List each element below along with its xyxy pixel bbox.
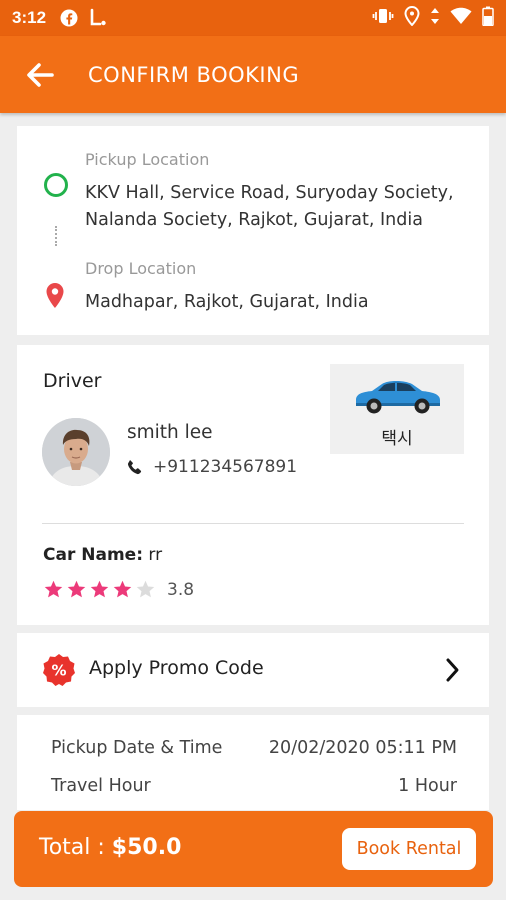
back-button[interactable] [0,36,80,113]
data-transfer-icon [430,7,440,30]
driver-card: Driver smith lee +911234567891 택시 Car Na… [17,345,489,625]
facebook-icon [60,9,78,27]
driver-phone-row[interactable]: +911234567891 [127,457,297,477]
divider [42,523,464,524]
wifi-icon [450,7,472,30]
detail-label: Travel Hour [51,776,151,796]
drop-location-value[interactable]: Madhapar, Rajkot, Gujarat, India [85,289,475,316]
star-filled-icon [67,580,86,598]
drop-location-label: Drop Location [85,259,197,278]
driver-avatar [42,418,110,486]
rating-stars [43,579,156,600]
promo-code-label: Apply Promo Code [89,657,264,679]
location-status-icon [404,5,420,31]
svg-text:%: % [51,662,66,680]
status-bar: 3:12 [0,0,506,36]
star-filled-icon [113,580,132,598]
arrow-left-icon [27,62,54,87]
total-footer: Total : $50.0 Book Rental [14,811,493,887]
driver-phone: +911234567891 [153,457,298,477]
route-dotted-line [55,226,57,246]
star-filled-icon [44,580,63,598]
star-empty-icon [136,580,155,598]
car-name-row: Car Name: rr [43,545,162,565]
car-name-label: Car Name: [43,545,143,565]
location-card: Pickup Location KKV Hall, Service Road, … [17,126,489,335]
car-icon [350,376,444,420]
app-notification-icon [88,8,108,28]
rating-value: 3.8 [167,579,195,600]
app-bar: CONFIRM BOOKING [0,36,506,113]
battery-icon [482,6,494,31]
booking-details-card: Pickup Date & Time 20/02/2020 05:11 PM T… [17,715,489,810]
detail-row-travel-hour: Travel Hour 1 Hour [51,776,457,796]
detail-value: 20/02/2020 05:11 PM [268,738,457,758]
detail-row-pickup-time: Pickup Date & Time 20/02/2020 05:11 PM [51,738,457,758]
vibrate-icon [372,7,394,30]
car-name-value: rr [148,545,163,565]
chevron-right-icon [442,657,462,687]
driver-heading: Driver [43,370,102,392]
detail-value: 1 Hour [398,776,457,796]
total-value: $50.0 [111,835,182,860]
percent-badge-icon: % [42,653,76,691]
page-title: CONFIRM BOOKING [88,62,300,87]
driver-name: smith lee [127,422,213,443]
total-label: Total : [39,835,105,860]
apply-promo-code-button[interactable]: % Apply Promo Code [17,633,489,707]
book-rental-button[interactable]: Book Rental [342,828,476,870]
driver-rating: 3.8 [43,579,194,600]
car-type-label: 택시 [381,429,413,449]
detail-label: Pickup Date & Time [51,738,223,758]
status-time: 3:12 [12,8,47,27]
phone-icon [128,460,142,475]
star-filled-icon [90,580,109,598]
car-type-box[interactable]: 택시 [330,364,464,454]
total-amount: Total : $50.0 [39,835,181,860]
pickup-location-value[interactable]: KKV Hall, Service Road, Suryoday Society… [85,180,475,234]
pickup-location-label: Pickup Location [85,150,210,169]
pickup-circle-icon [44,173,68,197]
map-pin-icon [45,282,65,314]
